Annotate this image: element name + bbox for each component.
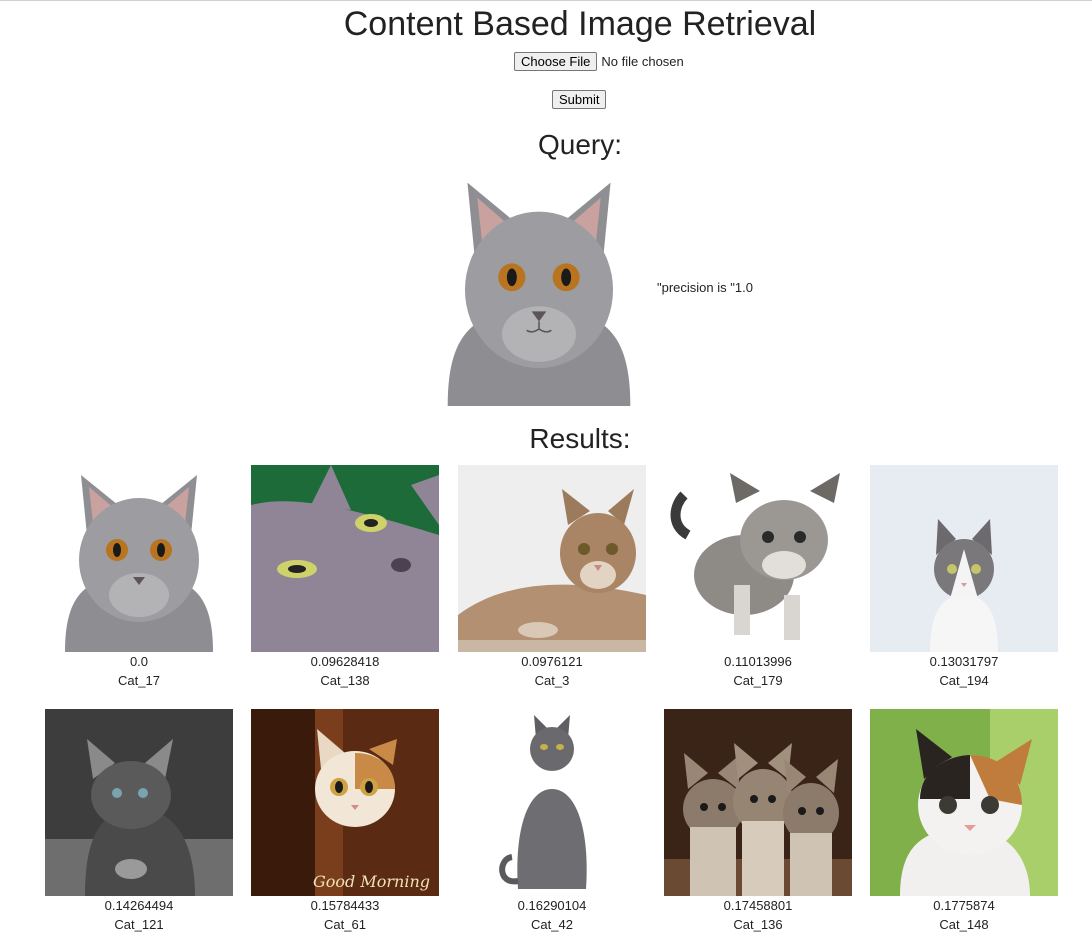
result-card: 0.11013996 Cat_179 [664,465,852,690]
result-name: Cat_3 [534,673,570,688]
result-name: Cat_194 [939,673,989,688]
result-score: 0.13031797 [929,654,999,669]
query-heading: Query: [537,129,623,160]
result-score: 0.16290104 [517,898,587,913]
result-image [664,465,852,652]
top-border [0,0,1092,1]
choose-file-button[interactable]: Choose File [514,51,598,71]
result-card: 0.0976121 Cat_3 [458,465,646,690]
result-card: 0.13031797 Cat_194 [870,465,1058,690]
result-image [458,465,646,652]
result-card: 0.1775874 Cat_148 [870,709,1058,934]
result-image [870,709,1058,896]
result-score: 0.17458801 [723,898,793,913]
result-score: 0.1775874 [933,898,995,913]
result-image [664,709,852,896]
result-card: 0.0 Cat_17 [45,465,233,690]
results-heading: Results: [529,423,631,454]
result-score: 0.15784433 [310,898,380,913]
result-card: 0.14264494 Cat_121 [45,709,233,934]
result-card: 0.16290104 Cat_42 [458,709,646,934]
result-name: Cat_61 [324,917,366,932]
result-score: 0.09628418 [310,654,380,669]
result-name: Cat_121 [114,917,164,932]
submit-button[interactable]: Submit [552,90,607,109]
result-card: Good Morning 0.15784433 Cat_61 [251,709,439,934]
result-name: Cat_17 [118,673,160,688]
result-name: Cat_42 [531,917,573,932]
result-image: Good Morning [251,709,439,896]
result-image [45,465,233,652]
result-name: Cat_148 [939,917,989,932]
result-card: 0.09628418 Cat_138 [251,465,439,690]
result-score: 0.0976121 [521,654,583,669]
query-image [423,170,655,406]
result-score: 0.14264494 [104,898,174,913]
result-card: 0.17458801 Cat_136 [664,709,852,934]
file-status-text: No file chosen [601,53,684,69]
result-image [45,709,233,896]
result-score: 0.11013996 [724,654,792,669]
precision-text: "precision is "1.0 [657,280,753,295]
good-morning-caption: Good Morning [313,872,430,891]
result-image [251,465,439,652]
page-title: Content Based Image Retrieval [343,5,817,43]
result-name: Cat_179 [733,673,783,688]
result-image [458,709,646,896]
result-image [870,465,1058,652]
result-score: 0.0 [129,654,149,669]
result-name: Cat_138 [320,673,370,688]
result-name: Cat_136 [733,917,783,932]
file-input[interactable]: Choose File No file chosen [514,51,684,71]
